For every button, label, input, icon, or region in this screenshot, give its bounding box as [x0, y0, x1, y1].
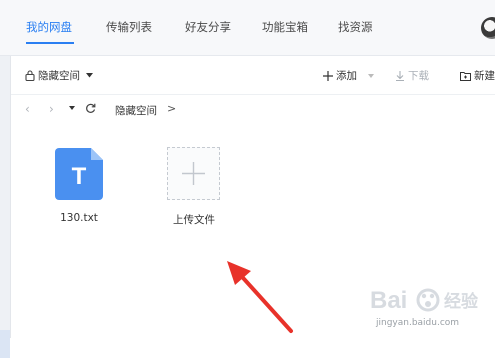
download-icon: [396, 70, 404, 81]
add-button[interactable]: 添加: [323, 68, 374, 83]
txt-file-icon: T: [55, 148, 103, 200]
caret-down-icon: [86, 73, 93, 78]
hidden-space-dropdown[interactable]: 隐藏空间: [25, 68, 93, 83]
tab-transfer-list[interactable]: 传输列表: [106, 19, 152, 35]
back-icon[interactable]: ‹: [25, 102, 30, 116]
caret-down-icon: [368, 73, 374, 78]
avatar[interactable]: [481, 17, 495, 39]
plus-icon: [182, 162, 205, 185]
breadcrumb-current[interactable]: 隐藏空间: [115, 103, 157, 118]
download-button[interactable]: 下载: [395, 68, 429, 83]
refresh-icon[interactable]: [85, 103, 96, 114]
tab-find-resources[interactable]: 找资源: [338, 19, 373, 35]
forward-icon[interactable]: ›: [49, 102, 54, 116]
breadcrumb-separator: >: [167, 102, 177, 115]
toolbar: 隐藏空间 添加 下载 新建: [11, 56, 495, 95]
download-label: 下载: [408, 70, 429, 82]
tab-toolbox[interactable]: 功能宝箱: [262, 19, 308, 35]
file-name[interactable]: 130.txt: [51, 212, 107, 224]
file-item[interactable]: T: [55, 148, 103, 203]
watermark-url: jingyan.baidu.com: [376, 318, 460, 328]
top-nav: 我的网盘 传输列表 好友分享 功能宝箱 找资源: [0, 0, 495, 56]
hidden-space-label: 隐藏空间: [38, 70, 80, 82]
file-type-glyph: T: [72, 163, 87, 190]
tab-friend-share[interactable]: 好友分享: [185, 19, 231, 35]
sidebar-selected-item[interactable]: [0, 330, 10, 358]
plus-icon: [323, 70, 333, 81]
watermark-brand: Bai: [370, 287, 407, 314]
sidebar: [0, 56, 10, 358]
new-folder-icon: [460, 71, 471, 81]
red-arrow-annotation: [227, 261, 293, 333]
caret-down-icon[interactable]: [69, 106, 75, 110]
add-label: 添加: [336, 70, 357, 82]
tab-my-drive[interactable]: 我的网盘: [26, 19, 72, 35]
new-label: 新建: [474, 70, 495, 82]
watermark-brand-suffix: 经验: [444, 291, 479, 312]
upload-tile[interactable]: [167, 147, 220, 200]
new-button[interactable]: 新建: [460, 68, 495, 83]
upload-label[interactable]: 上传文件: [161, 212, 227, 227]
breadcrumb: ‹ › 隐藏空间 >: [11, 94, 495, 124]
lock-icon: [25, 70, 35, 81]
active-tab-indicator: [26, 42, 74, 44]
